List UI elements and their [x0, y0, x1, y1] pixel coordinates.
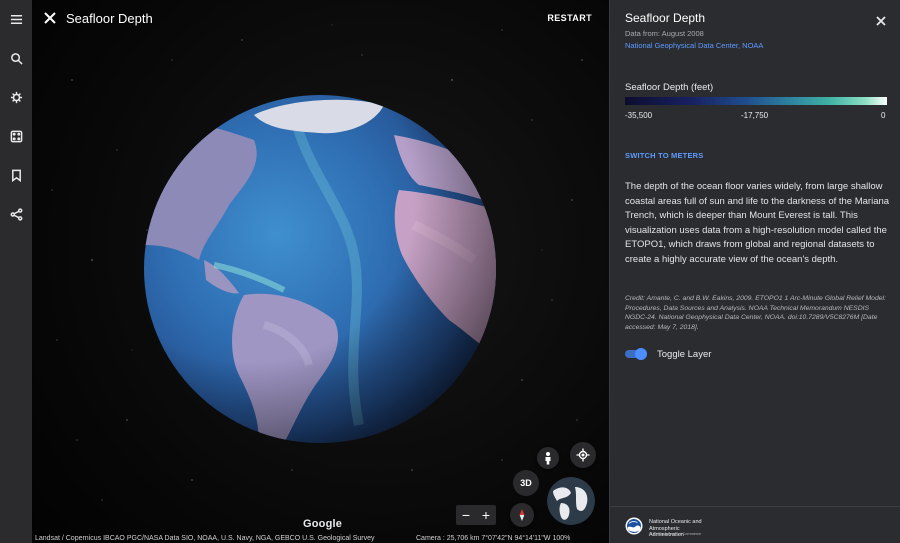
source-link[interactable]: National Geophysical Data Center, NOAA: [625, 41, 763, 50]
legend-min-label: -35,500: [625, 111, 653, 120]
credit-text: Credit: Amante, C. and B.W. Eakins, 2009…: [625, 295, 886, 331]
feeling-lucky-icon[interactable]: [6, 126, 26, 146]
story-header: Seafloor Depth RESTART: [32, 0, 609, 38]
depth-color-scale: [625, 97, 887, 105]
knowledge-card-panel: Seafloor Depth Data from: August 2008 Na…: [609, 0, 900, 543]
toggle-3d-button[interactable]: 3D: [513, 470, 539, 496]
zoom-out-button[interactable]: −: [456, 505, 476, 525]
panel-title: Seafloor Depth: [625, 11, 706, 25]
data-date: Data from: August 2008: [625, 29, 704, 38]
left-rail: [0, 0, 32, 543]
toggle-layer-label: Toggle Layer: [657, 348, 712, 360]
layer-toggle-switch[interactable]: [625, 348, 647, 360]
share-icon[interactable]: [6, 204, 26, 224]
camera-readout: Camera : 25,706 km 7°07'42"N 94°14'11"W …: [416, 535, 571, 542]
footer-divider: [610, 506, 900, 507]
noaa-department: U.S. Department of Commerce: [649, 532, 702, 536]
voyager-icon[interactable]: [6, 87, 26, 107]
projects-icon[interactable]: [6, 165, 26, 185]
close-story-icon[interactable]: [40, 8, 60, 28]
menu-icon[interactable]: [6, 9, 26, 29]
compass-icon[interactable]: [510, 503, 534, 527]
data-attribution: Landsat / Copernicus IBCAO PGC/NASA Data…: [35, 535, 375, 542]
toggle-layer-row[interactable]: Toggle Layer: [625, 348, 711, 360]
legend-mid-label: -17,750: [741, 111, 769, 120]
search-icon[interactable]: [6, 48, 26, 68]
my-location-icon[interactable]: [570, 442, 596, 468]
description-text: The depth of the ocean floor varies wide…: [625, 181, 890, 265]
earth-globe[interactable]: [144, 95, 496, 443]
overview-minimap[interactable]: [547, 477, 595, 525]
restart-button[interactable]: RESTART: [547, 13, 592, 23]
legend-max-label: 0: [881, 111, 886, 120]
story-title: Seafloor Depth: [66, 11, 153, 26]
google-logo: Google: [303, 518, 343, 530]
street-view-pegman-icon[interactable]: [537, 447, 559, 469]
globe-viewport[interactable]: Seafloor Depth RESTART 3D − + Google Lan…: [32, 0, 609, 543]
noaa-logo-icon: [625, 517, 643, 535]
zoom-in-button[interactable]: +: [476, 505, 496, 525]
zoom-controls: − +: [456, 505, 496, 525]
close-panel-icon[interactable]: [873, 13, 889, 29]
switch-units-button[interactable]: SWITCH TO METERS: [625, 151, 703, 160]
legend-title: Seafloor Depth (feet): [625, 82, 714, 93]
